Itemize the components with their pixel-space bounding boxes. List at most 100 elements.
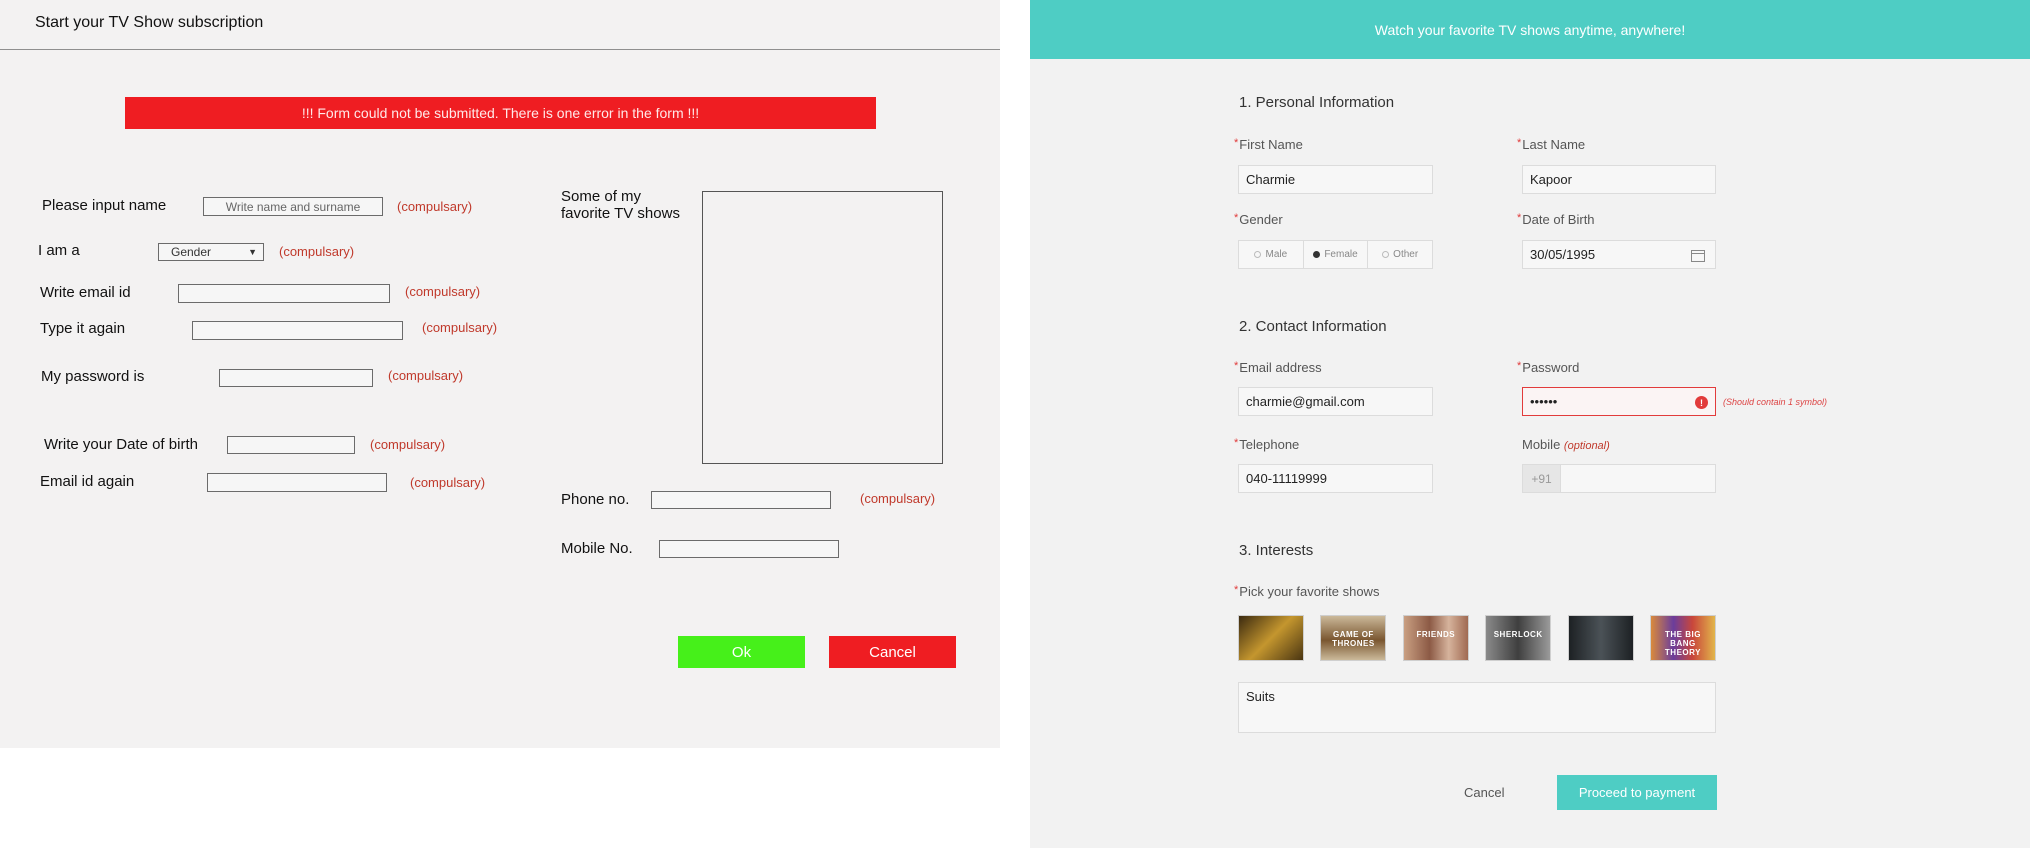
gender-required-note: (compulsary): [279, 244, 355, 259]
shows-label: *Pick your favorite shows: [1234, 584, 1379, 599]
password-label: My password is: [41, 368, 145, 385]
first-name-input[interactable]: Charmie: [1238, 165, 1433, 194]
email-label: *Email address: [1234, 360, 1322, 375]
shows-text-input[interactable]: Suits: [1238, 682, 1716, 733]
ok-button[interactable]: Ok: [678, 636, 805, 668]
gender-option-male[interactable]: Male: [1239, 241, 1304, 268]
show-thumb-title: FRIENDS: [1416, 630, 1456, 639]
email-repeat-input[interactable]: [207, 473, 387, 492]
form-title: Start your TV Show subscription: [35, 14, 264, 31]
email-confirm-required-note: (compulsary): [422, 320, 498, 335]
required-star-icon: *: [1234, 137, 1239, 149]
cancel-link[interactable]: Cancel: [1464, 785, 1504, 800]
mobile-optional-note: (optional): [1563, 440, 1610, 452]
gender-option-label: Other: [1393, 249, 1419, 260]
section-contact-title: 2. Contact Information: [1239, 318, 1387, 335]
shows-label-line2: favorite TV shows: [561, 205, 680, 222]
section-personal-title: 1. Personal Information: [1239, 94, 1395, 111]
gender-option-label: Male: [1265, 249, 1288, 260]
email-repeat-label: Email id again: [40, 473, 135, 490]
show-thumbnails: GAME OF THRONES FRIENDS SHERLOCK THE BIG…: [1238, 615, 1716, 661]
cancel-button[interactable]: Cancel: [829, 636, 956, 668]
phone-required-note: (compulsary): [860, 491, 936, 506]
show-thumb-5[interactable]: [1567, 615, 1634, 661]
email-input[interactable]: [178, 284, 390, 303]
mobile-prefix: +91: [1523, 465, 1561, 492]
calendar-icon[interactable]: [1691, 250, 1705, 262]
shows-label-text: Pick your favorite shows: [1239, 584, 1380, 599]
required-star-icon: *: [1234, 360, 1239, 372]
email-label: Write email id: [40, 284, 131, 301]
first-name-label: *First Name: [1234, 137, 1303, 152]
password-required-note: (compulsary): [388, 368, 464, 383]
password-label-text: Password: [1522, 360, 1580, 375]
show-thumb-2[interactable]: GAME OF THRONES: [1320, 615, 1387, 661]
radio-icon: [1382, 251, 1390, 258]
gender-option-female[interactable]: Female: [1304, 241, 1369, 268]
mobile-input[interactable]: [659, 540, 839, 558]
phone-input[interactable]: [651, 491, 831, 509]
mobile-input[interactable]: +91: [1522, 464, 1716, 493]
show-thumb-6[interactable]: THE BIG BANG THEORY: [1649, 615, 1716, 661]
telephone-label-text: Telephone: [1239, 437, 1300, 452]
section-interests-title: 3. Interests: [1239, 542, 1314, 559]
mobile-label: Mobile (optional): [1522, 437, 1610, 452]
email-label-text: Email address: [1239, 360, 1322, 375]
gender-select-value: Gender: [171, 245, 212, 259]
gender-radio-group: Male Female Other: [1238, 240, 1433, 269]
email-required-note: (compulsary): [405, 284, 481, 299]
email-confirm-label: Type it again: [40, 320, 126, 337]
mobile-label-text: Mobile: [1522, 437, 1561, 452]
radio-selected-icon: [1313, 251, 1321, 258]
dob-label-text: Date of Birth: [1522, 212, 1595, 227]
email-confirm-input[interactable]: [192, 321, 403, 340]
shows-textarea[interactable]: [702, 191, 943, 464]
required-star-icon: *: [1234, 212, 1239, 224]
dob-input[interactable]: [227, 436, 355, 454]
mobile-label: Mobile No.: [561, 540, 633, 557]
dob-label: *Date of Birth: [1517, 212, 1595, 227]
telephone-label: *Telephone: [1234, 437, 1299, 452]
header-banner: Watch your favorite TV shows anytime, an…: [1030, 0, 2030, 59]
password-hint: (Should contain 1 symbol): [1723, 397, 1828, 407]
email-repeat-required-note: (compulsary): [410, 475, 486, 490]
password-label: *Password: [1517, 360, 1579, 375]
show-thumb-1[interactable]: [1238, 615, 1304, 661]
show-thumb-title: SHERLOCK: [1493, 630, 1543, 639]
gender-label: *Gender: [1234, 212, 1283, 227]
password-input[interactable]: [219, 369, 373, 387]
name-label: Please input name: [42, 197, 167, 214]
shows-label-line1: Some of my: [561, 188, 642, 205]
name-input[interactable]: Write name and surname: [203, 197, 383, 216]
legacy-subscription-form: Start your TV Show subscription !!! Form…: [0, 0, 1000, 748]
phone-label: Phone no.: [561, 491, 630, 508]
last-name-label-text: Last Name: [1522, 137, 1586, 152]
show-thumb-title: GAME OF THRONES: [1332, 630, 1375, 648]
required-star-icon: *: [1234, 437, 1239, 449]
gender-label: I am a: [38, 242, 80, 259]
dob-input[interactable]: 30/05/1995: [1522, 240, 1716, 269]
title-divider: [0, 49, 1000, 50]
proceed-to-payment-button[interactable]: Proceed to payment: [1557, 775, 1717, 810]
dob-value: 30/05/1995: [1530, 247, 1596, 262]
required-star-icon: *: [1517, 360, 1522, 372]
last-name-label: *Last Name: [1517, 137, 1585, 152]
first-name-label-text: First Name: [1239, 137, 1303, 152]
required-star-icon: *: [1234, 584, 1239, 596]
email-input[interactable]: charmie@gmail.com: [1238, 387, 1433, 416]
show-thumb-title: THE BIG BANG THEORY: [1664, 630, 1701, 657]
gender-select[interactable]: Gender ▼: [158, 243, 264, 261]
error-banner: !!! Form could not be submitted. There i…: [125, 97, 876, 129]
gender-option-other[interactable]: Other: [1368, 241, 1432, 268]
show-thumb-3[interactable]: FRIENDS: [1402, 615, 1469, 661]
last-name-input[interactable]: Kapoor: [1522, 165, 1716, 194]
dob-required-note: (compulsary): [370, 437, 446, 452]
gender-label-text: Gender: [1239, 212, 1283, 227]
radio-icon: [1254, 251, 1262, 258]
telephone-input[interactable]: 040-11119999: [1238, 464, 1433, 493]
show-thumb-4[interactable]: SHERLOCK: [1485, 615, 1552, 661]
name-required-note: (compulsary): [397, 199, 473, 214]
password-input[interactable]: •••••• !: [1522, 387, 1716, 416]
password-value: ••••••: [1530, 394, 1558, 409]
dropdown-arrow-icon: ▼: [248, 247, 257, 257]
